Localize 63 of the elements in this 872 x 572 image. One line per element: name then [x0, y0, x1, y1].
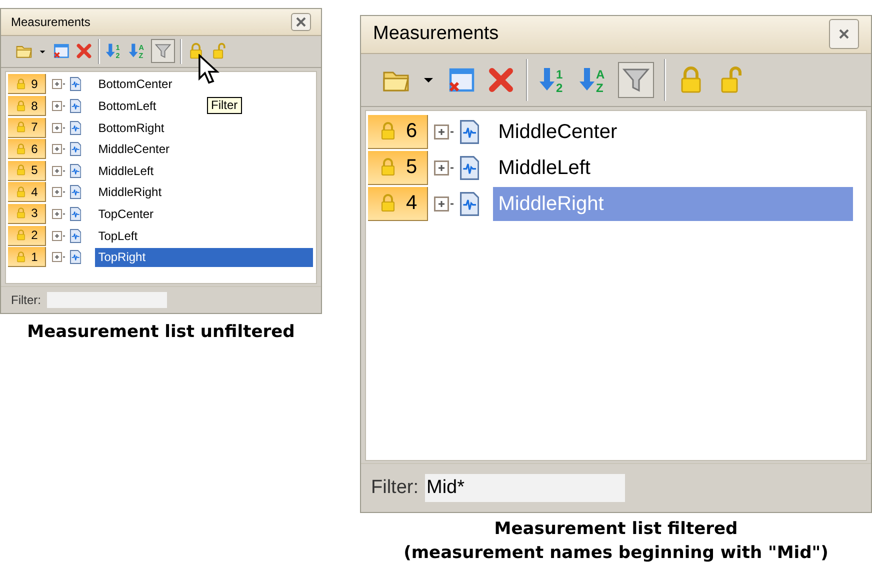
- close-icon: [296, 17, 306, 28]
- expand-icon[interactable]: [52, 143, 68, 156]
- waveform-document-icon: [70, 228, 82, 243]
- measurement-name[interactable]: TopLeft: [95, 226, 141, 246]
- measurement-name[interactable]: MiddleCenter: [493, 114, 622, 149]
- lock-number-button[interactable]: 4: [368, 186, 428, 221]
- measurement-name[interactable]: MiddleLeft: [95, 161, 157, 180]
- window-delete-icon[interactable]: [52, 42, 70, 60]
- waveform-document-icon: [70, 164, 82, 178]
- waveform-document-icon: [70, 250, 82, 264]
- measurement-name[interactable]: BottomRight: [95, 118, 168, 138]
- expand-icon[interactable]: [52, 78, 68, 90]
- expand-icon[interactable]: [52, 164, 68, 177]
- figure-caption: Measurement list unfiltered: [27, 321, 295, 344]
- waveform-document-icon: [70, 206, 82, 221]
- waveform-document-icon: [70, 120, 82, 135]
- waveform-document-icon: [460, 156, 480, 180]
- filter-label: Filter:: [11, 292, 41, 309]
- measurement-name[interactable]: BottomLeft: [95, 96, 160, 116]
- lock-number-button[interactable]: 8: [8, 96, 46, 116]
- measurement-name[interactable]: TopCenter: [95, 204, 157, 224]
- lock-number-button[interactable]: 5: [368, 150, 428, 185]
- lock-number-button[interactable]: 6: [8, 139, 46, 160]
- panel-title: Measurements: [11, 14, 90, 32]
- filter-button[interactable]: [618, 62, 654, 98]
- filter-input[interactable]: Mid*: [424, 474, 624, 502]
- lock-number-button[interactable]: 9: [8, 74, 46, 94]
- lock-number-button[interactable]: 6: [368, 114, 428, 149]
- filter-input[interactable]: [47, 292, 167, 308]
- expand-icon[interactable]: [52, 230, 68, 242]
- waveform-document-icon: [70, 142, 82, 156]
- delete-icon[interactable]: [75, 42, 93, 60]
- expand-icon[interactable]: [52, 100, 68, 112]
- lock-number-button[interactable]: 5: [8, 160, 46, 181]
- close-button[interactable]: [829, 19, 859, 50]
- expand-icon[interactable]: [52, 186, 68, 198]
- lock-number-button[interactable]: 2: [8, 226, 46, 246]
- lock-number-button[interactable]: 3: [8, 204, 46, 224]
- measurement-name[interactable]: MiddleCenter: [95, 140, 173, 159]
- lock-icon[interactable]: [187, 42, 205, 60]
- filter-button[interactable]: [151, 39, 175, 64]
- figure-caption: Measurement list filtered: [494, 518, 738, 541]
- figure-caption: (measurement names beginning with "Mid"): [404, 542, 828, 565]
- waveform-document-icon: [460, 120, 480, 144]
- measurement-name[interactable]: TopRight: [95, 248, 314, 267]
- waveform-document-icon: [70, 77, 82, 92]
- lock-number-button[interactable]: 7: [8, 118, 46, 138]
- close-button[interactable]: [291, 13, 311, 32]
- expand-icon[interactable]: [52, 251, 68, 264]
- expand-icon[interactable]: [52, 122, 68, 134]
- filter-label: Filter:: [371, 476, 418, 500]
- lock-number-button[interactable]: 4: [8, 182, 46, 202]
- close-icon: [839, 29, 849, 40]
- expand-icon[interactable]: [52, 208, 68, 220]
- measurement-name[interactable]: BottomCenter: [95, 74, 176, 94]
- measurement-name[interactable]: MiddleRight: [95, 182, 165, 202]
- tooltip: Filter: [207, 97, 242, 114]
- panel-title: Measurements: [373, 22, 499, 46]
- lock-number-button[interactable]: 1: [8, 247, 46, 268]
- waveform-document-icon: [70, 99, 82, 114]
- measurement-name[interactable]: MiddleLeft: [493, 150, 596, 185]
- waveform-document-icon: [70, 185, 82, 200]
- waveform-document-icon: [460, 192, 480, 216]
